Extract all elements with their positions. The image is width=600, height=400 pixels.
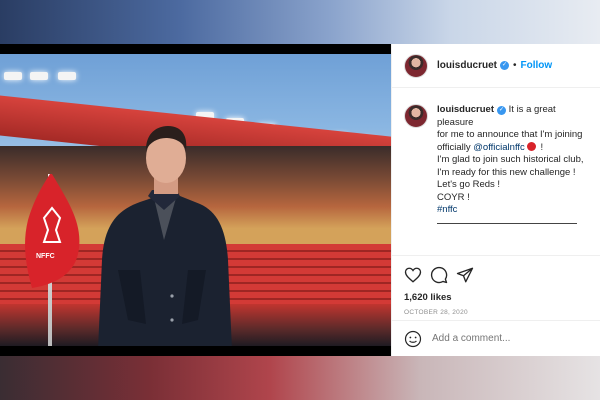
blurred-background-bottom [0,356,600,400]
caption-line-4: I'm glad to join such historical club, [437,154,584,165]
hashtag-link[interactable]: #nffc [437,204,457,215]
action-bar [392,256,600,284]
man-in-coat [88,120,238,346]
paper-plane-icon[interactable] [456,266,474,284]
caption-username[interactable]: louisducruet [437,104,494,115]
header-username[interactable]: louisducruet [437,60,497,71]
svg-text:NFFC: NFFC [36,253,55,260]
caption-line-5: I'm ready for this new challenge ! [437,166,576,178]
post-header: louisducruet ✓ • Follow [392,44,600,88]
caption-underline [437,222,577,224]
post-caption: louisducruet ✓ It is a great pleasure for… [392,88,600,256]
red-circle-emoji-icon [526,141,536,151]
comment-input[interactable] [432,333,582,344]
follow-button[interactable]: Follow [521,60,553,71]
floodlights [0,72,391,146]
stadium-scene: NFFC [0,54,391,346]
photo-letterbox-top [0,44,391,54]
caption-text: louisducruet ✓ It is a great pleasure for… [437,104,588,255]
caption-line-6: Let's go Reds ! [437,179,501,190]
heart-icon[interactable] [404,266,422,284]
mention-link[interactable]: @officialnffc [473,142,525,153]
caption-line-7: COYR ! [437,191,470,203]
caption-avatar[interactable] [404,104,428,128]
header-separator: • [513,60,517,71]
caption-verified-badge-icon: ✓ [497,106,507,115]
caption-exclaim: ! [540,141,544,153]
avatar[interactable] [404,53,428,78]
comment-bubble-icon[interactable] [430,266,448,284]
post-side-panel: louisducruet ✓ • Follow louisducruet ✓ It… [391,44,600,356]
post-date: OCTOBER 28, 2020 [404,309,468,316]
smiley-icon[interactable] [404,330,422,348]
post-photo[interactable]: NFFC [0,44,391,356]
comment-bar [392,320,600,356]
caption-line-3: officially [437,141,471,153]
photo-letterbox-bottom [0,346,391,356]
caption-line-2: for me to announce that I'm joining [437,129,583,140]
likes-count[interactable]: 1,620 likes [392,284,600,303]
verified-badge-icon: ✓ [500,61,510,70]
instagram-post: NFFC louisducruet ✓ • Follow louisducrue… [0,44,600,356]
blurred-background-top [0,0,600,44]
